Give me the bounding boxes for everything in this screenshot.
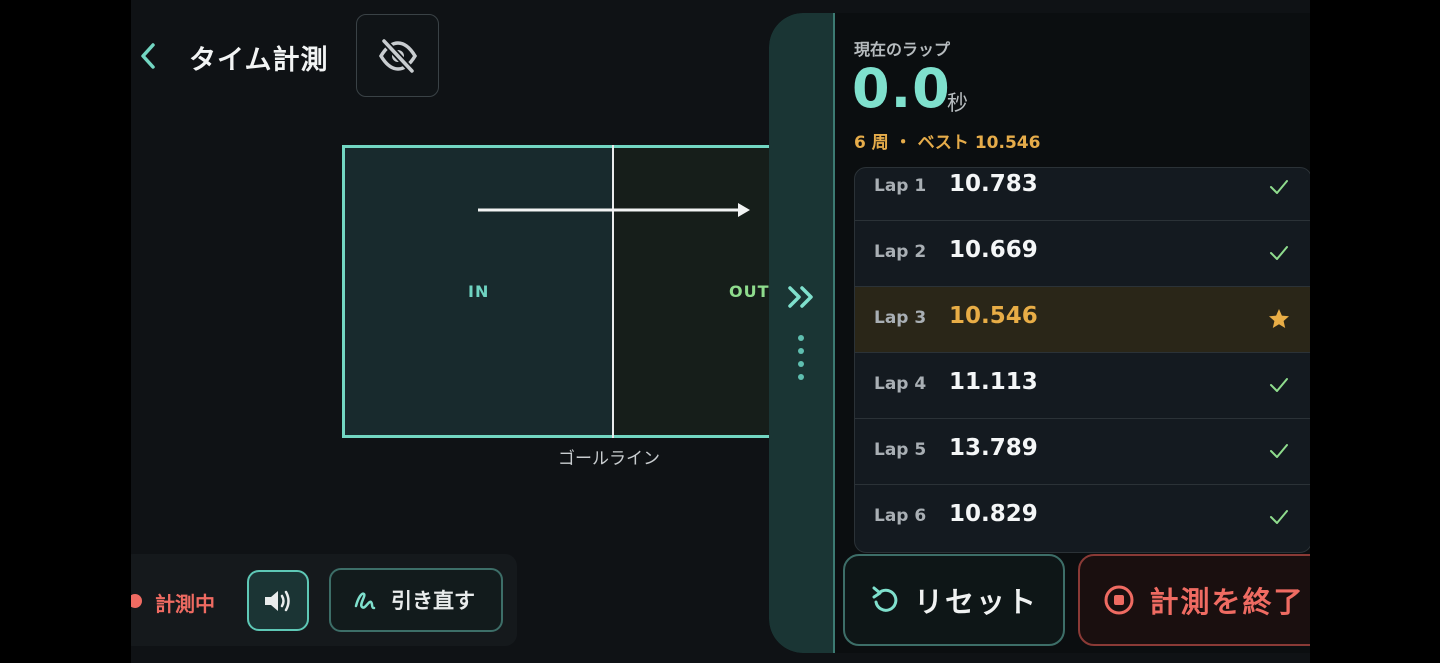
- lap-time: 10.669: [949, 237, 1038, 263]
- back-button[interactable]: [137, 40, 159, 72]
- lap-row: Lap 1 10.783: [855, 168, 1310, 221]
- reset-button[interactable]: リセット: [843, 554, 1065, 646]
- lap-row-best: Lap 3 10.546: [855, 287, 1310, 353]
- page-title: タイム計測: [189, 45, 329, 76]
- drag-handle-icon: [798, 335, 806, 387]
- lap-list[interactable]: Lap 1 10.783 Lap 2 10.669 Lap 3 10.546 L…: [854, 167, 1310, 553]
- redraw-button[interactable]: 引き直す: [329, 568, 503, 632]
- panel-collapse-handle[interactable]: [769, 13, 835, 653]
- lap-row: Lap 6 10.829: [855, 485, 1310, 551]
- reset-icon: [872, 586, 898, 612]
- double-chevron-right-icon: [788, 286, 813, 308]
- lap-summary: 6 周 ・ ベスト 10.546: [854, 133, 1041, 153]
- lap-row: Lap 4 11.113: [855, 353, 1310, 419]
- check-icon: [1270, 510, 1288, 524]
- visibility-toggle-button[interactable]: [356, 14, 439, 97]
- lap-panel: 現在のラップ 0.0 秒 6 周 ・ ベスト 10.546 Lap 1 10.7…: [769, 13, 1310, 653]
- lap-name: Lap 2: [874, 242, 927, 262]
- lap-time: 10.546: [949, 303, 1038, 329]
- lap-name: Lap 6: [874, 506, 927, 526]
- current-lap-time: 0.0: [852, 57, 951, 120]
- arrow-right-icon: [478, 203, 750, 217]
- sound-toggle-button[interactable]: [247, 570, 309, 631]
- lap-time: 13.789: [949, 435, 1038, 461]
- goal-line: [612, 145, 614, 438]
- speaker-icon: [265, 590, 290, 611]
- timing-screen: タイム計測 IN OUT ゴールライン 計測中 引き直す 現在のラップ 0.0 …: [131, 0, 1310, 663]
- end-timing-label: 計測を終了: [1149, 585, 1305, 619]
- in-label: IN: [468, 282, 490, 301]
- lap-row: Lap 5 13.789: [855, 419, 1310, 485]
- lap-name: Lap 4: [874, 374, 927, 394]
- check-icon: [1270, 444, 1288, 458]
- lap-name: Lap 3: [874, 308, 927, 328]
- lap-row: Lap 2 10.669: [855, 221, 1310, 287]
- out-label: OUT: [729, 282, 770, 301]
- redraw-label: 引き直す: [391, 589, 475, 613]
- check-icon: [1270, 180, 1288, 194]
- end-timing-button[interactable]: 計測を終了: [1078, 554, 1310, 646]
- lap-time: 11.113: [949, 369, 1038, 395]
- chevron-left-icon: [141, 43, 155, 69]
- squiggle-icon: [354, 592, 376, 610]
- goal-line-caption: ゴールライン: [558, 449, 660, 469]
- recording-status: 計測中: [155, 592, 215, 616]
- eye-off-icon: [378, 38, 417, 73]
- lap-name: Lap 1: [874, 176, 927, 196]
- lap-time: 10.829: [949, 501, 1038, 527]
- lap-name: Lap 5: [874, 440, 927, 460]
- star-icon: [1269, 309, 1289, 328]
- lap-time: 10.783: [949, 171, 1038, 197]
- check-icon: [1270, 378, 1288, 392]
- current-lap-unit: 秒: [947, 91, 968, 115]
- reset-label: リセット: [913, 585, 1038, 619]
- check-icon: [1270, 246, 1288, 260]
- stop-icon: [1104, 585, 1134, 615]
